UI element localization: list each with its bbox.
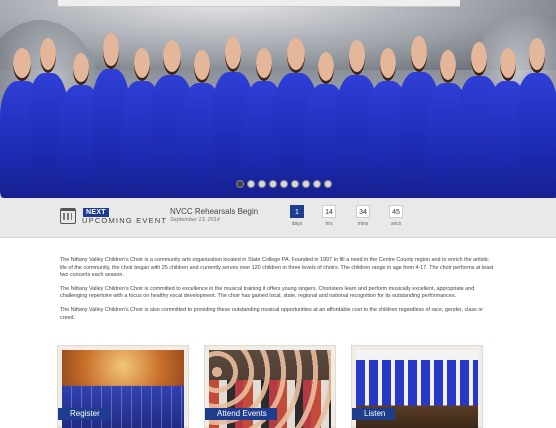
slider-dot[interactable]: [291, 180, 299, 188]
listen-card[interactable]: Listen: [351, 345, 483, 428]
countdown-seconds: 45 secs: [389, 205, 403, 227]
slider-dot[interactable]: [247, 180, 255, 188]
register-card[interactable]: Register: [57, 345, 189, 428]
upcoming-event-label: UPCOMING EVENT: [82, 216, 168, 225]
slider-dot[interactable]: [280, 180, 288, 188]
event-date: September 13, 2014: [170, 217, 220, 223]
about-paragraph: The Nittany Valley Children's Choir is a…: [60, 306, 484, 321]
about-section: The Nittany Valley Children's Choir is a…: [60, 257, 496, 328]
slider-dot[interactable]: [258, 180, 266, 188]
countdown-hours-value: 14: [322, 205, 336, 218]
event-title[interactable]: NVCC Rehearsals Begin: [170, 207, 258, 216]
countdown-minutes-label: mins: [357, 221, 369, 227]
slider-dots: [236, 180, 332, 190]
countdown-minutes-value: 34: [356, 205, 370, 218]
attend-events-card[interactable]: Attend Events: [204, 345, 336, 428]
slider-dot[interactable]: [269, 180, 277, 188]
countdown-minutes: 34 mins: [356, 205, 370, 227]
countdown-days-label: days: [291, 221, 303, 227]
about-paragraph: The Nittany Valley Children's Choir is a…: [60, 257, 494, 279]
countdown-hours-label: hrs: [325, 221, 333, 227]
countdown-days-value: 1: [290, 205, 304, 218]
calendar-icon: [60, 208, 76, 224]
about-paragraph: The Nittany Valley Children's Choir is c…: [60, 285, 475, 300]
hero-slider: [0, 0, 556, 198]
register-button[interactable]: Register: [58, 408, 110, 420]
slider-dot[interactable]: [302, 180, 310, 188]
countdown-days: 1 days: [290, 205, 304, 227]
hero-banner-edge: [58, 0, 460, 7]
singer-figure: [516, 38, 556, 198]
countdown-hours: 14 hrs: [322, 205, 336, 227]
countdown-seconds-value: 45: [389, 205, 403, 218]
slider-dot[interactable]: [236, 180, 244, 188]
listen-button[interactable]: Listen: [352, 408, 396, 420]
attend-events-button[interactable]: Attend Events: [205, 408, 277, 420]
countdown-seconds-label: secs: [390, 221, 402, 227]
slider-dot[interactable]: [324, 180, 332, 188]
slider-dot[interactable]: [313, 180, 321, 188]
